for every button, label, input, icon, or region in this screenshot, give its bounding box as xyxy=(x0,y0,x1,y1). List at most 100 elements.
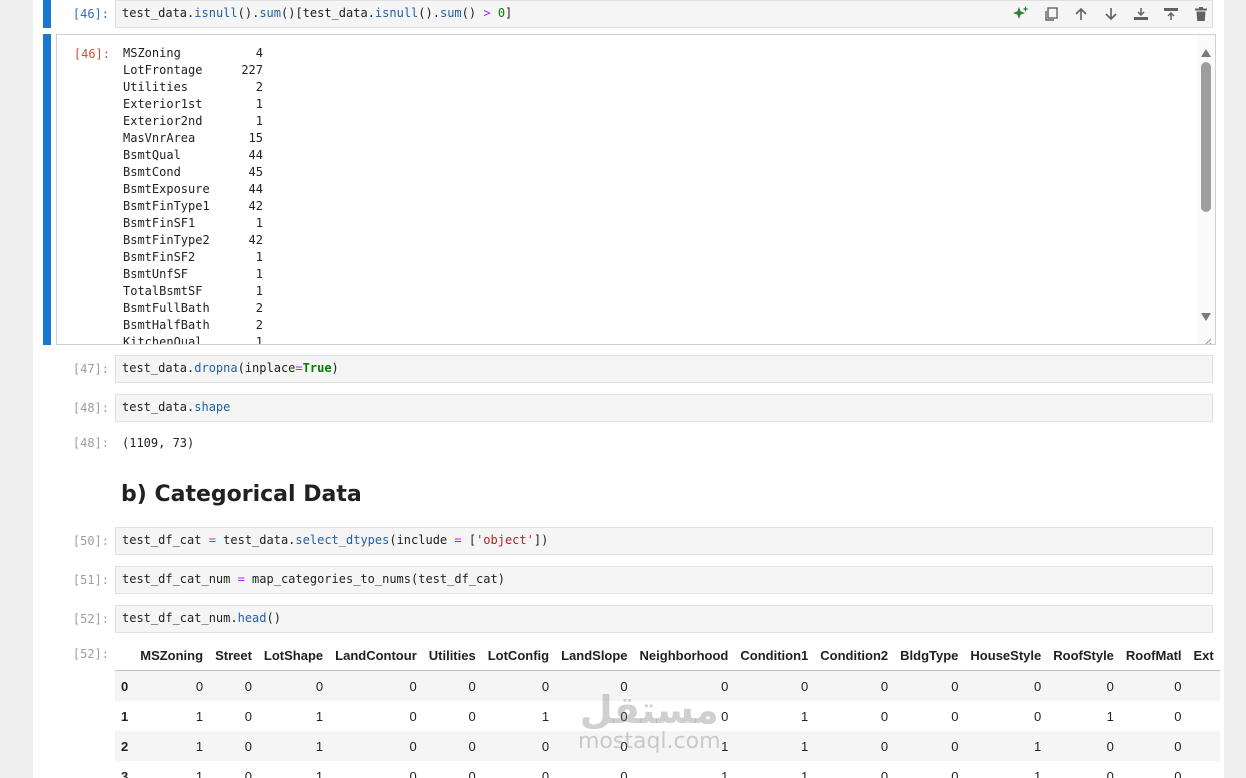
code-text[interactable]: test_data.isnull().sum()[test_data.isnul… xyxy=(122,6,512,20)
table-cell: 0 xyxy=(244,708,252,724)
series-key: BsmtFinType1 xyxy=(123,199,210,213)
code-cell-46[interactable]: test_data.isnull().sum()[test_data.isnul… xyxy=(115,0,1213,28)
output-prompt: [48]: xyxy=(72,436,109,450)
code-token: () xyxy=(461,6,484,20)
table-cell: 0 xyxy=(721,678,729,694)
code-token: ()[test_data. xyxy=(281,6,375,20)
duplicate-icon[interactable] xyxy=(1041,5,1061,23)
table-cell: 0 xyxy=(541,768,550,778)
insert-below-icon[interactable] xyxy=(1161,5,1181,23)
code-token: test_df_cat_num. xyxy=(122,611,238,625)
code-text[interactable]: test_data.dropna(inplace=True) xyxy=(122,361,339,375)
code-token: () xyxy=(266,611,281,625)
resize-handle-icon[interactable] xyxy=(1202,333,1212,344)
input-prompt: [46]: xyxy=(72,7,109,21)
code-token: head xyxy=(237,611,267,625)
table-cell: 0 xyxy=(880,708,889,724)
code-text[interactable]: test_df_cat_num = map_categories_to_nums… xyxy=(122,572,505,586)
table-cell: 0 xyxy=(1174,678,1182,694)
column-header: HouseStyle xyxy=(964,640,1048,671)
insert-above-icon[interactable] xyxy=(1131,5,1151,23)
series-value: 4 xyxy=(255,46,263,60)
series-value: 227 xyxy=(241,63,263,77)
series-value: 1 xyxy=(255,97,263,111)
table-cell xyxy=(1188,671,1220,702)
code-token: map_categories_to_nums(test_df_cat) xyxy=(244,572,505,586)
column-header: Condition1 xyxy=(734,640,815,671)
code-cell-51[interactable]: test_df_cat_num = map_categories_to_nums… xyxy=(115,566,1213,594)
series-key: Utilities xyxy=(123,80,189,94)
move-up-icon[interactable] xyxy=(1071,5,1091,23)
series-key: MSZoning xyxy=(123,46,181,60)
table-cell xyxy=(1188,761,1220,778)
table-cell: 1 xyxy=(195,768,204,778)
table-cell: 0 xyxy=(315,678,324,694)
table-cell: 0 xyxy=(409,678,417,694)
scroll-up-arrow-icon[interactable] xyxy=(1200,43,1212,62)
series-value: 2 xyxy=(255,301,263,315)
code-cell-50[interactable]: test_df_cat = test_data.select_dtypes(in… xyxy=(115,527,1213,555)
code-text[interactable]: test_df_cat_num.head() xyxy=(122,611,281,625)
column-header: LandContour xyxy=(329,640,423,671)
table-cell: 0 xyxy=(468,738,476,754)
sparkle-icon[interactable] xyxy=(1011,5,1031,23)
series-key: BsmtCond xyxy=(123,165,181,179)
series-key: BsmtQual xyxy=(123,148,181,162)
scroll-down-arrow-icon[interactable] xyxy=(1200,307,1212,326)
delete-icon[interactable] xyxy=(1191,5,1211,23)
column-header: LandSlope xyxy=(555,640,634,671)
code-cell-47[interactable]: test_data.dropna(inplace=True) xyxy=(115,355,1213,383)
code-token: test_data xyxy=(122,6,188,20)
code-cell-52[interactable]: test_df_cat_num.head() xyxy=(115,605,1213,633)
scrolled-output-area[interactable]: [46]: MSZoning 4 LotFrontage 227 Utilities 2 E… xyxy=(56,34,1216,345)
column-header: Utilities xyxy=(422,640,482,671)
code-token: isnull xyxy=(194,6,238,20)
series-value: 2 xyxy=(255,318,263,332)
series-key: BsmtFullBath xyxy=(123,301,210,315)
table-cell: 0 xyxy=(620,678,628,694)
code-text[interactable]: test_df_cat = test_data.select_dtypes(in… xyxy=(122,533,548,547)
code-token: (include xyxy=(389,533,455,547)
move-down-icon[interactable] xyxy=(1101,5,1121,23)
series-value: 42 xyxy=(248,233,263,247)
notebook-panel: [46]: test_data.isnull().sum()[test_data… xyxy=(33,0,1224,778)
code-cell-48[interactable]: test_data.shape xyxy=(115,394,1213,422)
code-token: (). xyxy=(237,6,260,20)
series-key: LotFrontage xyxy=(123,63,203,77)
table-cell: 0 xyxy=(721,708,729,724)
code-token: = xyxy=(295,361,303,375)
table-row: 2 1 0 1 0 0 0 0 1 1 0 0 1 0 0 xyxy=(115,731,1220,761)
table-cell: 1 xyxy=(1106,708,1114,724)
series-value: 1 xyxy=(255,216,263,230)
table-cell: 0 xyxy=(1106,768,1114,778)
output-selection-bar xyxy=(43,34,51,345)
series-value: 1 xyxy=(255,335,263,345)
code-token: test_data. xyxy=(122,400,195,414)
column-header xyxy=(115,640,135,671)
column-header: LotConfig xyxy=(481,640,556,671)
table-cell xyxy=(1188,701,1220,731)
code-text[interactable]: test_data.shape xyxy=(122,400,230,414)
table-cell: 0 xyxy=(409,738,417,754)
table-cell: 0 xyxy=(1106,738,1114,754)
series-value: 45 xyxy=(248,165,263,179)
code-token: 0 xyxy=(497,6,506,20)
series-key: BsmtFinSF1 xyxy=(123,216,196,230)
table-cell: 0 xyxy=(541,678,550,694)
output-scrollbar[interactable] xyxy=(1197,35,1215,344)
table-cell: 1 xyxy=(195,738,204,754)
code-token: shape xyxy=(194,400,231,414)
table-cell: 0 xyxy=(880,768,889,778)
code-token: = xyxy=(208,533,216,547)
series-key: BsmtUnfSF xyxy=(123,267,189,281)
table-cell: 1 xyxy=(1034,738,1042,754)
column-header: Ext xyxy=(1187,640,1220,671)
column-header: RoofMatl xyxy=(1119,640,1188,671)
series-value: 1 xyxy=(255,267,263,281)
scroll-thumb[interactable] xyxy=(1201,62,1211,212)
series-key: Exterior1st xyxy=(123,97,203,111)
code-token: True xyxy=(302,361,332,375)
table-cell: 1 xyxy=(315,738,324,754)
code-token: isnull xyxy=(374,6,419,20)
table-cell: 0 xyxy=(951,708,959,724)
